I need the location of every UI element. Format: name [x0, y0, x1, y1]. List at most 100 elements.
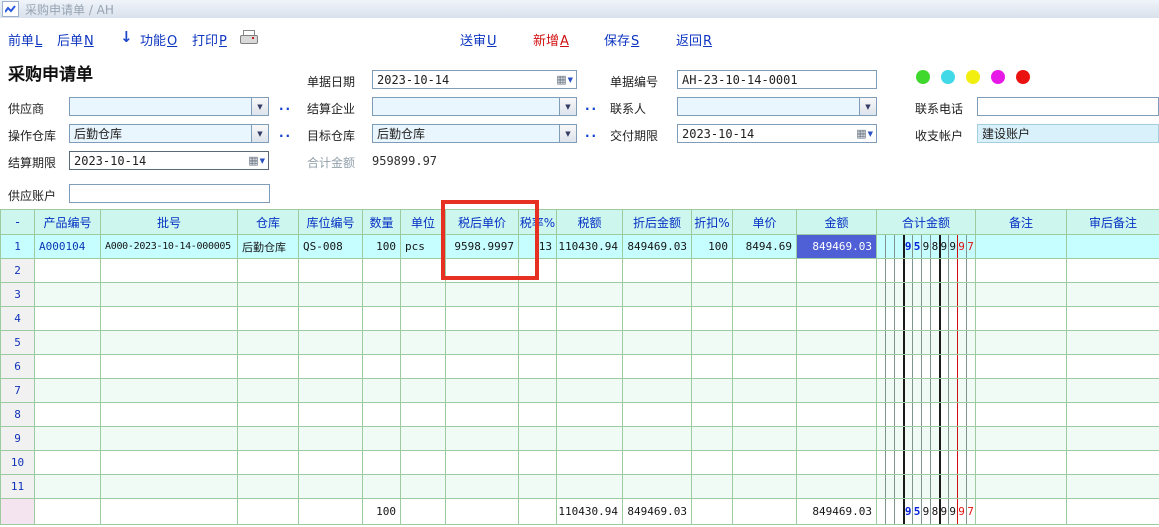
empty-cell[interactable] [692, 283, 733, 307]
empty-cell[interactable] [401, 475, 446, 499]
empty-cell[interactable] [299, 283, 363, 307]
amount-grid-cell[interactable]: 95989997 [877, 235, 976, 259]
empty-cell[interactable] [519, 331, 557, 355]
empty-cell[interactable] [557, 379, 623, 403]
empty-cell[interactable] [557, 355, 623, 379]
empty-cell[interactable] [692, 427, 733, 451]
empty-cell[interactable] [35, 475, 101, 499]
empty-cell[interactable] [692, 259, 733, 283]
empty-cell[interactable] [35, 331, 101, 355]
row-number[interactable]: 8 [1, 403, 35, 427]
empty-cell[interactable] [733, 451, 797, 475]
empty-cell[interactable] [797, 403, 877, 427]
empty-cell[interactable] [733, 355, 797, 379]
empty-cell[interactable] [101, 427, 238, 451]
empty-cell[interactable] [557, 307, 623, 331]
cell-post-audit-remark[interactable] [1067, 235, 1159, 259]
empty-cell[interactable] [35, 283, 101, 307]
empty-cell[interactable] [733, 475, 797, 499]
empty-cell[interactable] [797, 331, 877, 355]
empty-cell[interactable] [363, 355, 401, 379]
empty-cell[interactable] [976, 259, 1067, 283]
empty-cell[interactable] [1067, 307, 1159, 331]
pay-account-field[interactable]: 建设账户 [977, 124, 1159, 143]
contact-phone-input[interactable] [977, 97, 1159, 116]
empty-cell[interactable] [35, 379, 101, 403]
empty-cell[interactable] [623, 283, 692, 307]
empty-cell[interactable] [446, 259, 519, 283]
supplier-more-button[interactable]: .. [279, 99, 292, 113]
target-warehouse-combo[interactable]: 后勤仓库▼ [372, 124, 577, 143]
chevron-down-icon[interactable]: ▼ [868, 130, 873, 138]
empty-cell[interactable] [557, 331, 623, 355]
empty-cell[interactable] [623, 427, 692, 451]
empty-cell[interactable] [363, 331, 401, 355]
cell-batch-no[interactable]: A000-2023-10-14-000005 [101, 235, 238, 259]
amount-grid-cell[interactable] [877, 427, 976, 451]
column-header-11[interactable]: 折扣% [692, 210, 733, 235]
empty-cell[interactable] [557, 475, 623, 499]
empty-cell[interactable] [446, 451, 519, 475]
empty-cell[interactable] [797, 307, 877, 331]
amount-grid-cell[interactable] [877, 259, 976, 283]
empty-cell[interactable] [623, 475, 692, 499]
empty-cell[interactable] [238, 379, 299, 403]
empty-cell[interactable] [401, 451, 446, 475]
empty-cell[interactable] [797, 259, 877, 283]
empty-cell[interactable] [101, 331, 238, 355]
amount-grid-cell[interactable] [877, 307, 976, 331]
empty-cell[interactable] [519, 403, 557, 427]
empty-cell[interactable] [299, 379, 363, 403]
empty-cell[interactable] [623, 403, 692, 427]
empty-cell[interactable] [101, 403, 238, 427]
empty-cell[interactable] [623, 331, 692, 355]
empty-cell[interactable] [299, 259, 363, 283]
empty-cell[interactable] [1067, 379, 1159, 403]
row-number[interactable]: 7 [1, 379, 35, 403]
print-button[interactable]: 打印P [192, 30, 227, 49]
empty-cell[interactable] [797, 475, 877, 499]
amount-grid-cell[interactable] [877, 403, 976, 427]
empty-cell[interactable] [363, 259, 401, 283]
amount-grid-cell[interactable] [877, 283, 976, 307]
empty-cell[interactable] [299, 451, 363, 475]
empty-cell[interactable] [797, 379, 877, 403]
empty-cell[interactable] [35, 451, 101, 475]
next-doc-button[interactable]: 后单N [57, 30, 94, 49]
column-header-12[interactable]: 单价 [733, 210, 797, 235]
column-header-3[interactable]: 仓库 [238, 210, 299, 235]
op-warehouse-combo[interactable]: 后勤仓库▼ [69, 124, 269, 143]
column-header-5[interactable]: 数量 [363, 210, 401, 235]
column-header-0[interactable]: - [1, 210, 35, 235]
empty-cell[interactable] [976, 427, 1067, 451]
cell-product-no[interactable]: A000104 [35, 235, 101, 259]
empty-cell[interactable] [976, 355, 1067, 379]
empty-cell[interactable] [1067, 331, 1159, 355]
empty-cell[interactable] [1067, 355, 1159, 379]
empty-cell[interactable] [623, 451, 692, 475]
column-header-14[interactable]: 合计金额 [877, 210, 976, 235]
cell-discount[interactable]: 100 [692, 235, 733, 259]
column-header-1[interactable]: 产品编号 [35, 210, 101, 235]
supplier-combo[interactable]: ▼ [69, 97, 269, 116]
empty-cell[interactable] [797, 355, 877, 379]
empty-cell[interactable] [35, 355, 101, 379]
column-header-9[interactable]: 税额 [557, 210, 623, 235]
cell-unit[interactable]: pcs [401, 235, 446, 259]
amount-grid-cell[interactable] [877, 379, 976, 403]
supply-account-input[interactable] [69, 184, 270, 203]
empty-cell[interactable] [1067, 259, 1159, 283]
prev-doc-button[interactable]: 前单L [8, 30, 42, 49]
empty-cell[interactable] [238, 307, 299, 331]
empty-cell[interactable] [519, 259, 557, 283]
settle-company-combo[interactable]: ▼ [372, 97, 577, 116]
column-header-13[interactable]: 金额 [797, 210, 877, 235]
empty-cell[interactable] [238, 355, 299, 379]
empty-cell[interactable] [692, 403, 733, 427]
calendar-icon[interactable]: ▦ [556, 73, 566, 86]
settle-company-more-button[interactable]: .. [585, 99, 598, 113]
row-number[interactable]: 6 [1, 355, 35, 379]
empty-cell[interactable] [519, 451, 557, 475]
empty-cell[interactable] [976, 331, 1067, 355]
empty-cell[interactable] [446, 427, 519, 451]
